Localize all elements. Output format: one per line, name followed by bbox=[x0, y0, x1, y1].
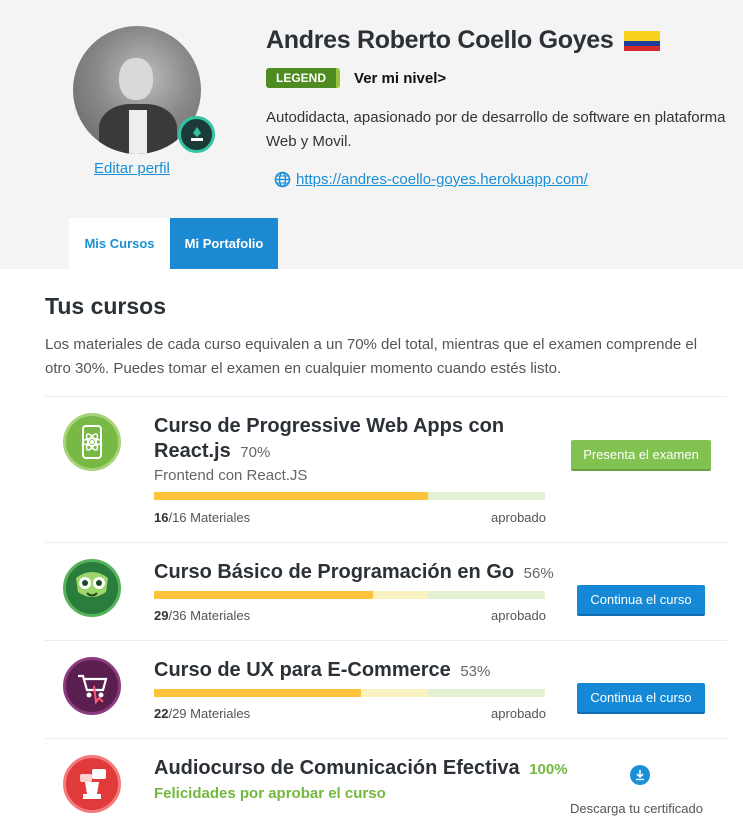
materials-done: 16 bbox=[154, 510, 169, 525]
course-percent: 56% bbox=[523, 565, 554, 582]
profile-tabs: Mis Cursos Mi Portafolio bbox=[69, 218, 278, 269]
rank-badge-icon bbox=[178, 116, 215, 153]
name-row: Andres Roberto Coello Goyes bbox=[266, 26, 660, 55]
course-percent: 70% bbox=[240, 444, 271, 461]
download-certificate-link[interactable]: Descarga tu certificado bbox=[570, 801, 703, 816]
materials-count: 16/16 Materiales bbox=[154, 510, 250, 525]
shopping-cart-icon bbox=[63, 657, 121, 715]
congrats-message: Felicidades por aprobar el curso bbox=[154, 785, 386, 802]
react-icon bbox=[63, 413, 121, 471]
course-title-text: Curso de Progressive Web Apps con React.… bbox=[154, 415, 505, 462]
course-percent: 53% bbox=[460, 663, 491, 680]
view-level-link[interactable]: Ver mi nivel> bbox=[354, 70, 446, 87]
materials-label: Materiales bbox=[190, 510, 251, 525]
status-label: aprobado bbox=[491, 608, 546, 623]
materials-total: /16 bbox=[168, 510, 187, 525]
progress-bar bbox=[154, 689, 545, 697]
course-subtitle: Frontend con React.JS bbox=[154, 467, 308, 484]
continue-course-button[interactable]: Continua el curso bbox=[577, 683, 705, 714]
chess-rook-icon bbox=[63, 755, 121, 813]
course-row: Curso de UX para E-Commerce 53% 22/29 Ma… bbox=[45, 640, 727, 738]
progress-bar bbox=[154, 591, 545, 599]
course-title[interactable]: Curso de Progressive Web Apps con React.… bbox=[154, 414, 514, 465]
course-row: Audiocurso de Comunicación Efectiva 100%… bbox=[45, 738, 727, 826]
profile-name: Andres Roberto Coello Goyes bbox=[266, 26, 614, 54]
tab-mis-cursos[interactable]: Mis Cursos bbox=[69, 218, 170, 269]
progress-bar bbox=[154, 492, 545, 500]
course-row: Curso de Progressive Web Apps con React.… bbox=[45, 396, 727, 542]
materials-total: /29 bbox=[168, 706, 187, 721]
bio-line-1: Autodidacta, apasionado por de desarroll… bbox=[266, 109, 726, 126]
course-title-text: Audiocurso de Comunicación Efectiva bbox=[154, 757, 520, 779]
profile-header: Editar perfil Andres Roberto Coello Goye… bbox=[0, 0, 743, 269]
course-title[interactable]: Audiocurso de Comunicación Efectiva 100% bbox=[154, 756, 574, 782]
edit-profile-link[interactable]: Editar perfil bbox=[94, 160, 170, 177]
level-row: LEGEND Ver mi nivel> bbox=[266, 68, 446, 88]
go-gopher-icon bbox=[63, 559, 121, 617]
tab-mi-portafolio[interactable]: Mi Portafolio bbox=[170, 218, 278, 269]
materials-done: 22 bbox=[154, 706, 169, 721]
course-title-text: Curso Básico de Programación en Go bbox=[154, 561, 515, 583]
website-row: https://andres-coello-goyes.herokuapp.co… bbox=[274, 171, 588, 188]
materials-count: 22/29 Materiales bbox=[154, 706, 250, 721]
globe-icon bbox=[274, 171, 291, 188]
materials-count: 29/36 Materiales bbox=[154, 608, 250, 623]
materials-done: 29 bbox=[154, 608, 169, 623]
status-label: aprobado bbox=[491, 510, 546, 525]
level-badge: LEGEND bbox=[266, 68, 341, 88]
website-link[interactable]: https://andres-coello-goyes.herokuapp.co… bbox=[296, 171, 588, 188]
materials-total: /36 bbox=[168, 608, 187, 623]
status-label: aprobado bbox=[491, 706, 546, 721]
section-description: Los materiales de cada curso equivalen a… bbox=[45, 336, 698, 377]
section-title: Tus cursos bbox=[45, 293, 166, 319]
profile-bio: Autodidacta, apasionado por de desarroll… bbox=[266, 106, 743, 154]
course-title-text: Curso de UX para E-Commerce bbox=[154, 659, 451, 681]
continue-course-button[interactable]: Continua el curso bbox=[577, 585, 705, 616]
course-percent: 100% bbox=[529, 761, 568, 778]
materials-label: Materiales bbox=[190, 608, 251, 623]
course-title[interactable]: Curso de UX para E-Commerce 53% bbox=[154, 658, 514, 684]
course-row: Curso Básico de Programación en Go 56% 2… bbox=[45, 542, 727, 640]
bio-line-2: Web y Movil. bbox=[266, 133, 352, 150]
download-icon[interactable] bbox=[630, 765, 650, 785]
materials-label: Materiales bbox=[190, 706, 251, 721]
course-title[interactable]: Curso Básico de Programación en Go 56% bbox=[154, 560, 574, 586]
ecuador-flag-icon bbox=[623, 30, 660, 51]
take-exam-button[interactable]: Presenta el examen bbox=[571, 440, 711, 471]
